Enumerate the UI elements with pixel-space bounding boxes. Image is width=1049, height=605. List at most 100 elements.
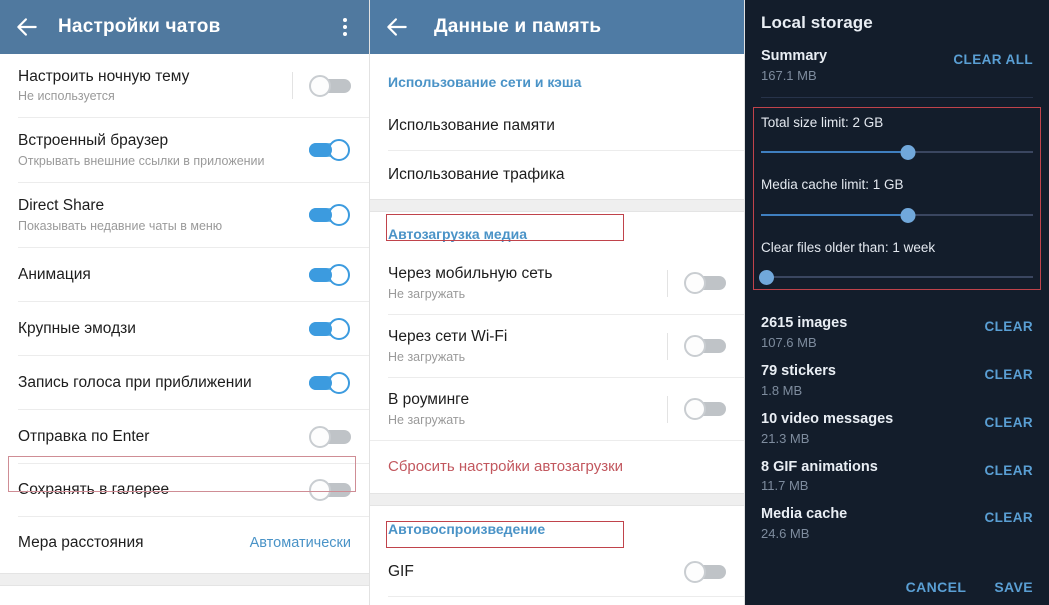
toggle-raise-to-speak[interactable] (309, 370, 351, 396)
slider-label: Total size limit: 2 GB (761, 114, 884, 130)
item-name: 79 stickers (761, 363, 836, 380)
back-arrow-icon[interactable] (14, 14, 40, 40)
toggle-large-emoji[interactable] (309, 316, 351, 342)
slider-track-media-cache[interactable] (761, 206, 1033, 224)
list-item[interactable]: Отправка по Enter (0, 410, 369, 463)
list-item[interactable]: Анимация (0, 248, 369, 301)
row-texts: GIF (388, 554, 684, 589)
summary-size: 167.1 MB (761, 67, 817, 83)
list-item-gif-autoplay[interactable]: GIF (370, 548, 744, 596)
row-subtitle: Не загружать (388, 412, 466, 427)
row-subtitle: Не загружать (388, 286, 466, 301)
slider-track-total-size[interactable] (761, 143, 1033, 161)
row-texts: Мера расстояния (18, 525, 250, 560)
list-item-data-usage[interactable]: Использование трафика (370, 151, 744, 199)
chat-settings-panel: Настройки чатов Настроить ночную тему Не… (0, 0, 370, 605)
toggle-mobile-autodownload[interactable] (684, 270, 726, 296)
slider-thumb[interactable] (759, 270, 774, 286)
list-item[interactable]: Встроенный браузер Открывать внешние ссы… (0, 118, 369, 182)
more-vertical-icon[interactable] (335, 15, 355, 39)
storage-item-stickers: 79 stickers 1.8 MB CLEAR (745, 352, 1049, 400)
list-item[interactable]: Крупные эмодзи (0, 302, 369, 355)
item-texts: 8 GIF animations 11.7 MB (761, 458, 985, 496)
clear-images-button[interactable]: CLEAR (985, 314, 1034, 334)
back-arrow-icon[interactable] (384, 14, 410, 40)
list-item[interactable]: Через сети Wi-Fi Не загружать (370, 315, 744, 377)
toggle-send-by-enter[interactable] (309, 424, 351, 450)
list-item-storage-usage[interactable]: Использование памяти (370, 102, 744, 150)
item-texts: 79 stickers 1.8 MB (761, 362, 985, 400)
slider-label: Clear files older than: 1 week (761, 239, 936, 255)
toggle-direct-share[interactable] (309, 202, 351, 228)
row-texts: Через сети Wi-Fi Не загружать (388, 319, 667, 372)
slider-clear-files-older: Clear files older than: 1 week (745, 224, 1049, 287)
summary-row: Summary 167.1 MB CLEAR ALL (745, 33, 1049, 85)
row-texts: Через мобильную сеть Не загружать (388, 256, 667, 309)
item-size: 21.3 MB (761, 430, 810, 446)
local-storage-title: Local storage (761, 13, 873, 32)
row-subtitle: Показывать недавние чаты в меню (18, 218, 223, 233)
left-page-title: Настройки чатов (58, 16, 221, 37)
list-item[interactable]: Настроить ночную тему Не используется (0, 54, 369, 117)
cancel-button[interactable]: CANCEL (906, 579, 967, 595)
list-item[interactable]: Direct Share Показывать недавние чаты в … (0, 183, 369, 247)
clear-stickers-button[interactable]: CLEAR (985, 362, 1034, 382)
storage-item-gif-animations: 8 GIF animations 11.7 MB CLEAR (745, 448, 1049, 496)
list-item-stickers-masks[interactable]: Стикеры и маски (0, 586, 369, 605)
item-texts: 10 video messages 21.3 MB (761, 410, 985, 448)
item-texts: Media cache 24.6 MB (761, 505, 985, 543)
row-title: Отправка по Enter (18, 427, 150, 445)
row-texts: Крупные эмодзи (18, 311, 309, 346)
slider-rail (761, 276, 1033, 279)
item-size: 1.8 MB (761, 382, 803, 398)
clear-media-cache-button[interactable]: CLEAR (985, 505, 1034, 525)
row-texts: Запись голоса при приближении (18, 365, 309, 400)
reset-autodownload-link[interactable]: Сбросить настройки автозагрузки (370, 441, 744, 493)
row-texts: Настроить ночную тему Не используется (18, 59, 292, 112)
slider-total-size-limit: Total size limit: 2 GB (745, 98, 1049, 162)
list-item[interactable]: В роуминге Не загружать (370, 378, 744, 440)
left-settings-list: Настроить ночную тему Не используется Вс… (0, 54, 369, 605)
row-title: Крупные эмодзи (18, 319, 136, 337)
dialog-footer: CANCEL SAVE (906, 579, 1033, 595)
item-texts: 2615 images 107.6 MB (761, 314, 985, 352)
section-band (370, 199, 744, 212)
row-title: Запись голоса при приближении (18, 373, 252, 391)
clear-gif-animations-button[interactable]: CLEAR (985, 458, 1034, 478)
toggle-roaming-autodownload[interactable] (684, 396, 726, 422)
section-band (0, 573, 369, 586)
slider-thumb[interactable] (900, 145, 916, 161)
row-title: Через мобильную сеть (388, 265, 553, 283)
toggle-inapp-browser[interactable] (309, 137, 351, 163)
item-name: 8 GIF animations (761, 458, 878, 475)
list-item[interactable]: Запись голоса при приближении (0, 356, 369, 409)
row-texts: Использование трафика (388, 157, 726, 192)
toggle-night-theme[interactable] (309, 73, 351, 99)
clear-all-button[interactable]: CLEAR ALL (953, 47, 1033, 67)
toggle-animation[interactable] (309, 262, 351, 288)
toggle-gif-autoplay[interactable] (684, 559, 726, 585)
local-storage-panel: Local storage Summary 167.1 MB CLEAR ALL… (745, 0, 1049, 605)
row-title: Сохранять в галерее (18, 481, 170, 499)
mid-appbar: Данные и память (370, 0, 744, 54)
row-title: Настроить ночную тему (18, 67, 190, 85)
data-storage-panel: Данные и память Использование сети и кэш… (370, 0, 745, 605)
row-title: GIF (388, 563, 414, 581)
slider-track-clear-older[interactable] (759, 268, 1033, 286)
section-header-network: Использование сети и кэша (388, 74, 582, 90)
row-texts: Стикеры и маски (18, 594, 351, 605)
toggle-save-to-gallery[interactable] (309, 477, 351, 503)
clear-video-messages-button[interactable]: CLEAR (985, 410, 1034, 430)
toggle-wifi-autodownload[interactable] (684, 333, 726, 359)
row-texts: Сохранять в галерее (18, 472, 309, 507)
slider-thumb[interactable] (900, 207, 916, 223)
summary-texts: Summary 167.1 MB (761, 47, 953, 85)
row-texts: Встроенный браузер Открывать внешние ссы… (18, 123, 309, 176)
save-button[interactable]: SAVE (994, 579, 1033, 595)
row-title: Использование трафика (388, 166, 565, 184)
list-item-distance-units[interactable]: Мера расстояния Автоматически (0, 517, 369, 569)
item-name: Media cache (761, 506, 848, 523)
list-item-save-to-gallery[interactable]: Сохранять в галерее (0, 464, 369, 516)
list-item[interactable]: Через мобильную сеть Не загружать (370, 252, 744, 314)
row-texts: Direct Share Показывать недавние чаты в … (18, 188, 309, 241)
